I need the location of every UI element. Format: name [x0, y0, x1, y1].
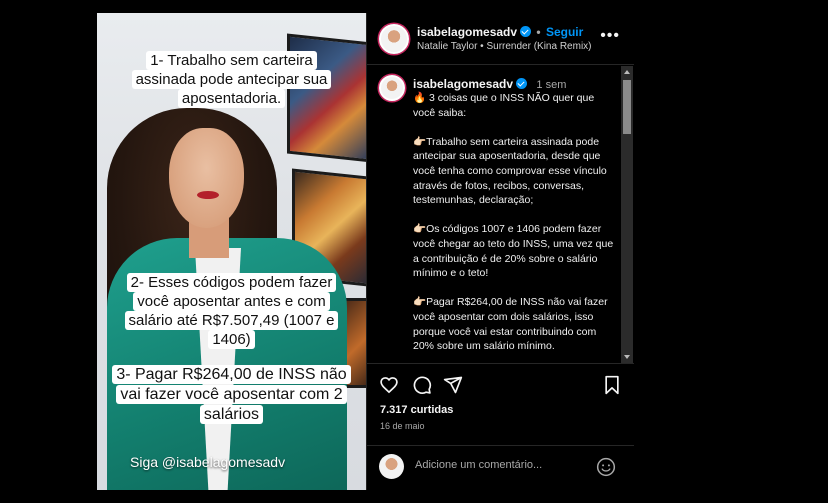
username-link[interactable]: isabelagomesadv: [417, 25, 517, 39]
scroll-down-arrow-icon[interactable]: [624, 355, 630, 359]
caption-scrollbar[interactable]: [621, 66, 633, 363]
post-actions: 7.317 curtidas 16 de maio: [367, 363, 634, 443]
avatar[interactable]: [379, 24, 409, 54]
comment-bar: [367, 445, 634, 490]
post-caption-text: 🔥 3 coisas que o INSS NÃO quer que você …: [413, 92, 614, 353]
comment-icon[interactable]: [411, 374, 433, 396]
post-header: isabelagomesadv • Seguir Natalie Taylor …: [367, 13, 634, 65]
follow-button[interactable]: Seguir: [546, 25, 583, 39]
bookmark-icon[interactable]: [601, 374, 623, 396]
music-track-link[interactable]: Natalie Taylor • Surrender (Kina Remix): [417, 41, 592, 52]
verified-badge-icon: [520, 26, 532, 37]
post-time: 1 sem: [536, 79, 567, 91]
share-icon[interactable]: [442, 374, 464, 396]
scrollbar-thumb[interactable]: [623, 80, 631, 134]
comment-input[interactable]: [415, 459, 585, 471]
verified-badge-icon: [516, 78, 528, 89]
caption-username-link[interactable]: isabelagomesadv: [413, 77, 513, 91]
video-caption-1: 1- Trabalho sem carteira assinada pode a…: [97, 51, 366, 108]
avatar: [379, 454, 404, 479]
post-caption-area[interactable]: isabelagomesadv 1 sem 🔥 3 coisas que o I…: [367, 66, 634, 363]
emoji-icon[interactable]: [596, 457, 616, 482]
post-video[interactable]: 1- Trabalho sem carteira assinada pode a…: [97, 13, 366, 490]
video-caption-2: 2- Esses códigos podem fazer você aposen…: [97, 273, 366, 349]
video-follow-text: Siga @isabelagomesadv: [130, 454, 286, 470]
post-date[interactable]: 16 de maio: [380, 421, 425, 431]
separator-dot: •: [536, 25, 541, 39]
post-side-panel: isabelagomesadv • Seguir Natalie Taylor …: [366, 13, 634, 490]
caption-username-row: isabelagomesadv 1 sem: [413, 77, 566, 91]
likes-count[interactable]: 7.317 curtidas: [380, 404, 453, 416]
video-caption-3: 3- Pagar R$264,00 de INSS não vai fazer …: [97, 365, 366, 425]
scroll-up-arrow-icon[interactable]: [624, 70, 630, 74]
header-username-row: isabelagomesadv • Seguir: [417, 25, 583, 39]
avatar[interactable]: [379, 75, 405, 101]
instagram-post-viewer: 1- Trabalho sem carteira assinada pode a…: [0, 0, 828, 503]
person-lips: [197, 191, 219, 199]
heart-icon[interactable]: [378, 374, 400, 396]
person-face: [169, 128, 244, 228]
more-options-icon[interactable]: •••: [600, 27, 620, 45]
